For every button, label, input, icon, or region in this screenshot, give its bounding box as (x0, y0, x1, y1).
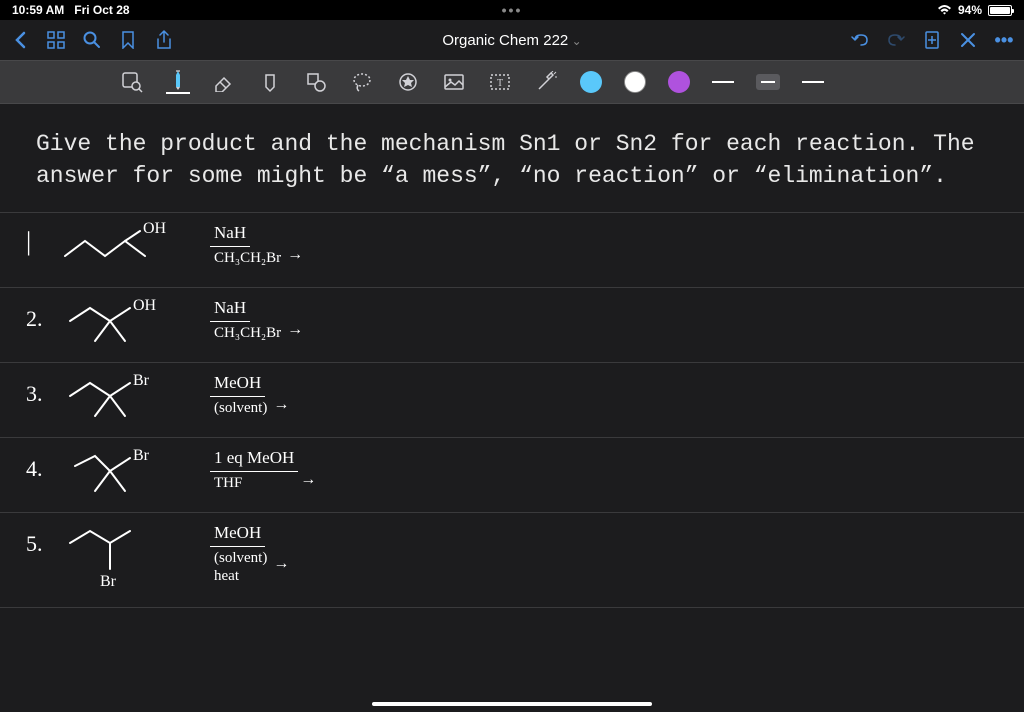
stroke-thick[interactable] (802, 81, 824, 83)
problem-number: 5. (26, 531, 43, 557)
svg-text:OH: OH (143, 221, 167, 237)
document-title[interactable]: Organic Chem 222 (442, 32, 581, 49)
redo-icon[interactable] (886, 30, 906, 50)
share-icon[interactable] (154, 30, 174, 50)
highlighter-tool-icon[interactable] (258, 70, 282, 94)
reagent-conditions: MeOH→ (solvent) heat (210, 523, 271, 584)
svg-text:OH: OH (133, 297, 157, 314)
reagent-conditions: NaH→ CH₃CH₂Br (210, 223, 285, 266)
problem-row: 5. Br MeOH→ (solvent) heat (0, 513, 1024, 608)
problem-number: 2. (26, 306, 43, 332)
wifi-icon (937, 5, 952, 16)
search-icon[interactable] (82, 30, 102, 50)
problem-row: 2. OH NaH→ CH₃CH₂Br (0, 288, 1024, 363)
substrate-structure: Br (60, 371, 170, 431)
reagent-conditions: MeOH→ (solvent) (210, 373, 271, 416)
menu-dots-icon[interactable]: ••• (502, 2, 523, 18)
grid-icon[interactable] (46, 30, 66, 50)
battery-pct: 94% (958, 3, 982, 17)
color-white[interactable] (624, 71, 646, 93)
svg-text:T: T (497, 78, 503, 89)
problem-row: 4. Br 1 eq MeOH→ THF (0, 438, 1024, 513)
color-cyan[interactable] (580, 71, 602, 93)
shape-tool-icon[interactable] (304, 70, 328, 94)
ruled-lines: | OH NaH→ CH₃CH₂Br 2. OH NaH→ CH₃CH₂Br 3… (0, 212, 1024, 608)
home-indicator[interactable] (372, 702, 652, 706)
status-bar: 10:59 AM Fri Oct 28 ••• 94% (0, 0, 1024, 20)
image-tool-icon[interactable] (442, 70, 466, 94)
color-purple[interactable] (668, 71, 690, 93)
stroke-thin[interactable] (712, 81, 734, 83)
battery-icon (988, 5, 1012, 16)
problem-number: | (26, 227, 31, 257)
back-icon[interactable] (10, 30, 30, 50)
bookmark-icon[interactable] (118, 30, 138, 50)
problem-row: | OH NaH→ CH₃CH₂Br (0, 213, 1024, 288)
problem-row: 3. Br MeOH→ (solvent) (0, 363, 1024, 438)
text-tool-icon[interactable]: T (488, 70, 512, 94)
substrate-structure: OH (60, 221, 170, 266)
substrate-structure: OH (60, 296, 170, 356)
problem-number: 3. (26, 381, 43, 407)
nav-bar: Organic Chem 222 ••• (0, 20, 1024, 60)
laser-tool-icon[interactable] (534, 70, 558, 94)
status-date: Fri Oct 28 (74, 3, 129, 17)
svg-text:Br: Br (133, 447, 150, 464)
undo-icon[interactable] (850, 30, 870, 50)
more-icon[interactable]: ••• (994, 30, 1014, 50)
pen-tool-icon[interactable] (166, 70, 190, 94)
reagent-conditions: 1 eq MeOH→ THF (210, 448, 298, 491)
close-icon[interactable] (958, 30, 978, 50)
lasso-tool-icon[interactable] (350, 70, 374, 94)
status-time: 10:59 AM (12, 3, 64, 17)
document-canvas[interactable]: Give the product and the mechanism Sn1 o… (0, 104, 1024, 712)
substrate-structure: Br (60, 446, 170, 506)
sticker-tool-icon[interactable] (396, 70, 420, 94)
zoom-tool-icon[interactable] (120, 70, 144, 94)
reagent-conditions: NaH→ CH₃CH₂Br (210, 298, 285, 341)
annotation-toolbar: T (0, 60, 1024, 104)
svg-text:Br: Br (133, 372, 150, 389)
eraser-tool-icon[interactable] (212, 70, 236, 94)
substrate-structure: Br (60, 521, 170, 596)
problem-number: 4. (26, 456, 43, 482)
svg-text:Br: Br (100, 573, 117, 590)
question-text: Give the product and the mechanism Sn1 o… (0, 104, 1024, 212)
add-page-icon[interactable] (922, 30, 942, 50)
stroke-medium[interactable] (756, 74, 780, 90)
